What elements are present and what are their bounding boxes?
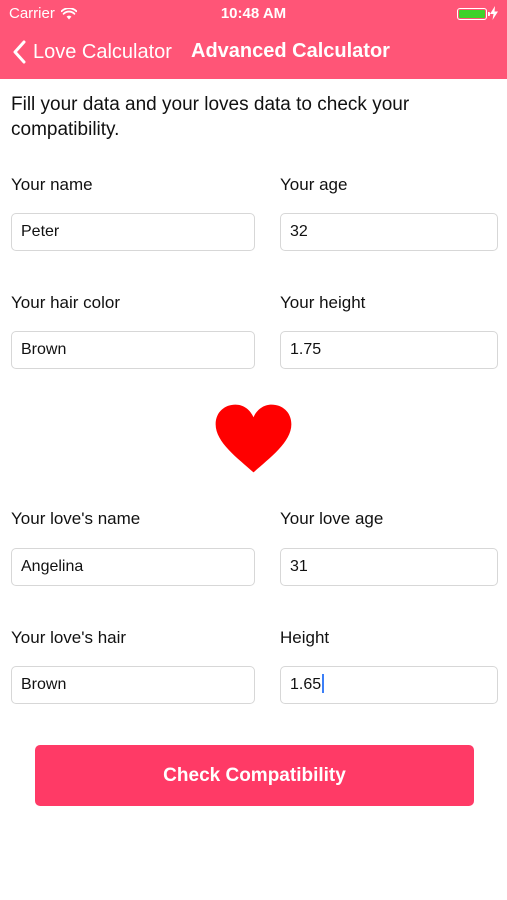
love-age-label: Your love age <box>280 509 384 528</box>
your-name-field[interactable]: Peter <box>11 213 255 251</box>
your-age-field[interactable]: 32 <box>280 213 498 251</box>
love-name-label: Your love's name <box>11 509 141 528</box>
love-name-field[interactable]: Angelina <box>11 548 255 586</box>
heart-icon <box>215 404 292 473</box>
your-height-label: Your height <box>280 293 366 312</box>
your-hair-label: Your hair color <box>11 293 120 312</box>
header: Carrier 10:48 AM Love Calculator Advance… <box>0 0 507 79</box>
text-caret <box>322 674 325 694</box>
screen: Carrier 10:48 AM Love Calculator Advance… <box>0 0 507 900</box>
love-height-value: 1.65 <box>290 676 322 693</box>
chevron-left-icon <box>13 40 26 64</box>
your-hair-field[interactable]: Brown <box>11 331 255 369</box>
status-time: 10:48 AM <box>220 5 287 22</box>
page-title: Advanced Calculator <box>191 40 390 62</box>
back-button[interactable]: Love Calculator <box>12 36 172 68</box>
check-compatibility-label: Check Compatibility <box>163 764 346 786</box>
your-height-field[interactable]: 1.75 <box>280 331 498 369</box>
intro-text: Fill your data and your loves data to ch… <box>11 94 410 140</box>
charge-icon <box>490 6 498 20</box>
love-hair-field[interactable]: Brown <box>11 666 255 704</box>
love-age-field[interactable]: 31 <box>280 548 498 586</box>
heart-shape <box>215 404 292 473</box>
your-age-label: Your age <box>280 175 348 194</box>
love-hair-label: Your love's hair <box>11 628 127 647</box>
love-height-field[interactable]: 1.65 <box>280 666 498 704</box>
battery-icon <box>457 8 490 20</box>
love-height-label: Height <box>280 628 330 647</box>
battery-level <box>459 10 485 18</box>
your-name-label: Your name <box>11 175 93 194</box>
back-button-label: Love Calculator <box>33 40 172 63</box>
check-compatibility-button[interactable]: Check Compatibility <box>35 745 474 806</box>
